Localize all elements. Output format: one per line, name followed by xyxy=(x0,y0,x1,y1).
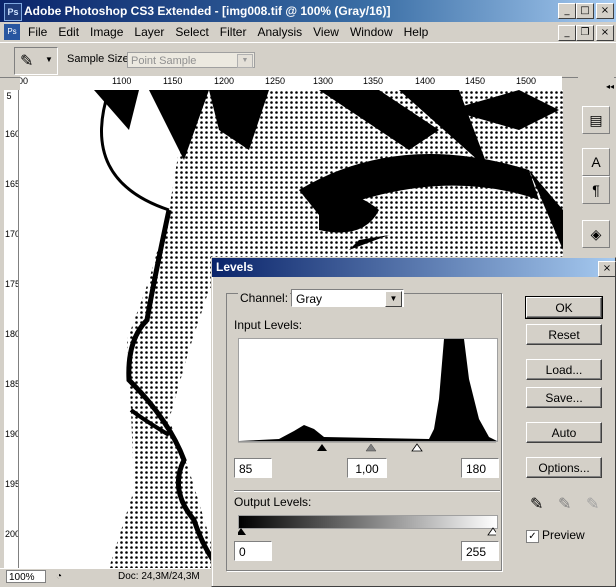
vertical-ruler: 5 1600 1650 1700 1750 1800 1850 1900 195… xyxy=(4,90,19,568)
black-point-slider[interactable] xyxy=(317,444,327,451)
ruler-label: 5 xyxy=(6,91,12,101)
palette-dock: ◂◂ ▤ A ¶ ◈ xyxy=(578,76,614,256)
zoom-field[interactable]: 100% xyxy=(6,570,46,583)
ruler-label: 1450 xyxy=(465,76,486,86)
doc-restore-button[interactable]: ❐ xyxy=(576,25,594,41)
doc-minimize-button[interactable]: _ xyxy=(558,25,576,41)
white-point-slider[interactable] xyxy=(411,443,423,452)
ruler-label: 1800 xyxy=(5,329,18,339)
ruler-label: 1700 xyxy=(5,229,18,239)
menu-edit[interactable]: Edit xyxy=(58,25,79,39)
minimize-button[interactable]: _ xyxy=(558,3,576,19)
input-white-field[interactable]: 180 xyxy=(461,458,499,478)
ruler-label: 1650 xyxy=(5,179,18,189)
ok-button[interactable]: OK xyxy=(525,296,603,319)
menu-help[interactable]: Help xyxy=(404,25,429,39)
gamma-slider[interactable] xyxy=(365,443,377,452)
output-black-slider[interactable] xyxy=(238,528,246,535)
menu-select[interactable]: Select xyxy=(175,25,208,39)
output-white-slider[interactable] xyxy=(487,527,496,536)
doc-close-button[interactable]: × xyxy=(596,25,614,41)
sample-size-label: Sample Size: xyxy=(67,53,132,65)
input-black-field[interactable]: 85 xyxy=(234,458,272,478)
options-button[interactable]: Options... xyxy=(526,457,602,478)
menu-window[interactable]: Window xyxy=(350,25,393,39)
output-levels-slider[interactable] xyxy=(238,527,496,539)
ruler-label: 1600 xyxy=(5,129,18,139)
ruler-label: 1250 xyxy=(265,76,286,86)
window-title: Adobe Photoshop CS3 Extended - [img008.t… xyxy=(24,4,391,18)
histogram-graph xyxy=(239,339,497,441)
menu-image[interactable]: Image xyxy=(90,25,123,39)
photoshop-app-icon: Ps xyxy=(4,3,22,21)
collapse-icon[interactable]: ◂◂ xyxy=(578,82,614,91)
maximize-button[interactable]: □ xyxy=(576,3,594,19)
status-menu-icon[interactable]: ◔ xyxy=(56,571,62,582)
title-bar: Ps Adobe Photoshop CS3 Extended - [img00… xyxy=(0,0,616,22)
close-button[interactable]: × xyxy=(596,3,614,19)
save-button[interactable]: Save... xyxy=(526,387,602,408)
levels-close-button[interactable]: × xyxy=(598,261,616,277)
load-button[interactable]: Load... xyxy=(526,359,602,380)
auto-button[interactable]: Auto xyxy=(526,422,602,443)
input-levels-label: Input Levels: xyxy=(234,318,303,332)
output-levels-label: Output Levels: xyxy=(234,495,312,509)
eyedropper-icon: ✎ xyxy=(20,53,34,70)
histogram xyxy=(238,338,498,442)
tool-preset-picker[interactable]: ✎ ▼ xyxy=(14,47,58,75)
menu-view[interactable]: View xyxy=(313,25,339,39)
ruler-label: 1850 xyxy=(5,379,18,389)
menu-file[interactable]: File xyxy=(28,25,47,39)
horizontal-ruler: 1000 1100 1150 1200 1250 1300 1350 1400 … xyxy=(20,76,562,91)
ruler-label: 1000 xyxy=(20,76,29,86)
ruler-label: 1750 xyxy=(5,279,18,289)
divider xyxy=(234,490,500,492)
sample-size-value: Point Sample xyxy=(131,55,197,67)
output-white-field[interactable]: 255 xyxy=(461,541,499,561)
chevron-down-icon: ▼ xyxy=(385,291,402,307)
menu-layer[interactable]: Layer xyxy=(134,25,164,39)
menu-filter[interactable]: Filter xyxy=(220,25,247,39)
paragraph-palette-icon[interactable]: ¶ xyxy=(582,176,610,204)
history-palette-icon[interactable]: ▤ xyxy=(582,106,610,134)
preview-label: Preview xyxy=(542,528,585,542)
levels-title-bar: Levels × xyxy=(212,258,616,277)
ruler-label: 1300 xyxy=(313,76,334,86)
menu-items: File Edit Image Layer Select Filter Anal… xyxy=(28,25,428,39)
menu-bar: Ps File Edit Image Layer Select Filter A… xyxy=(0,22,616,42)
reset-button[interactable]: Reset xyxy=(526,324,602,345)
chevron-down-icon: ▼ xyxy=(45,55,53,64)
levels-title: Levels xyxy=(216,260,254,274)
ruler-label: 1950 xyxy=(5,479,18,489)
channel-value: Gray xyxy=(296,292,323,306)
levels-dialog: Levels × Channel: Gray ▼ Input Levels: 8… xyxy=(211,257,616,587)
ruler-label: 1100 xyxy=(112,76,132,86)
ruler-label: 1400 xyxy=(415,76,436,86)
ruler-label: 1500 xyxy=(516,76,537,86)
output-black-field[interactable]: 0 xyxy=(234,541,272,561)
document-size: Doc: 24,3M/24,3M xyxy=(118,571,200,582)
ruler-label: 1200 xyxy=(214,76,235,86)
chevron-down-icon: ▼ xyxy=(237,54,253,68)
white-eyedropper-icon[interactable]: ✎ xyxy=(586,494,599,514)
channel-select[interactable]: Gray ▼ xyxy=(291,289,404,307)
gray-eyedropper-icon[interactable]: ✎ xyxy=(558,494,571,514)
black-eyedropper-icon[interactable]: ✎ xyxy=(530,494,543,514)
input-levels-slider[interactable] xyxy=(238,441,496,455)
document-icon[interactable]: Ps xyxy=(4,24,20,40)
preview-checkbox[interactable]: ✓ xyxy=(526,530,539,543)
input-gamma-field[interactable]: 1,00 xyxy=(347,458,387,478)
channel-label: Channel: xyxy=(238,291,291,305)
ruler-label: 1350 xyxy=(363,76,384,86)
menu-analysis[interactable]: Analysis xyxy=(257,25,302,39)
layers-palette-icon[interactable]: ◈ xyxy=(582,220,610,248)
sample-size-select[interactable]: Point Sample ▼ xyxy=(127,52,255,68)
ruler-label: 1900 xyxy=(5,429,18,439)
ruler-label: 2000 xyxy=(5,529,18,539)
character-palette-icon[interactable]: A xyxy=(582,148,610,176)
ruler-label: 1150 xyxy=(163,76,183,86)
